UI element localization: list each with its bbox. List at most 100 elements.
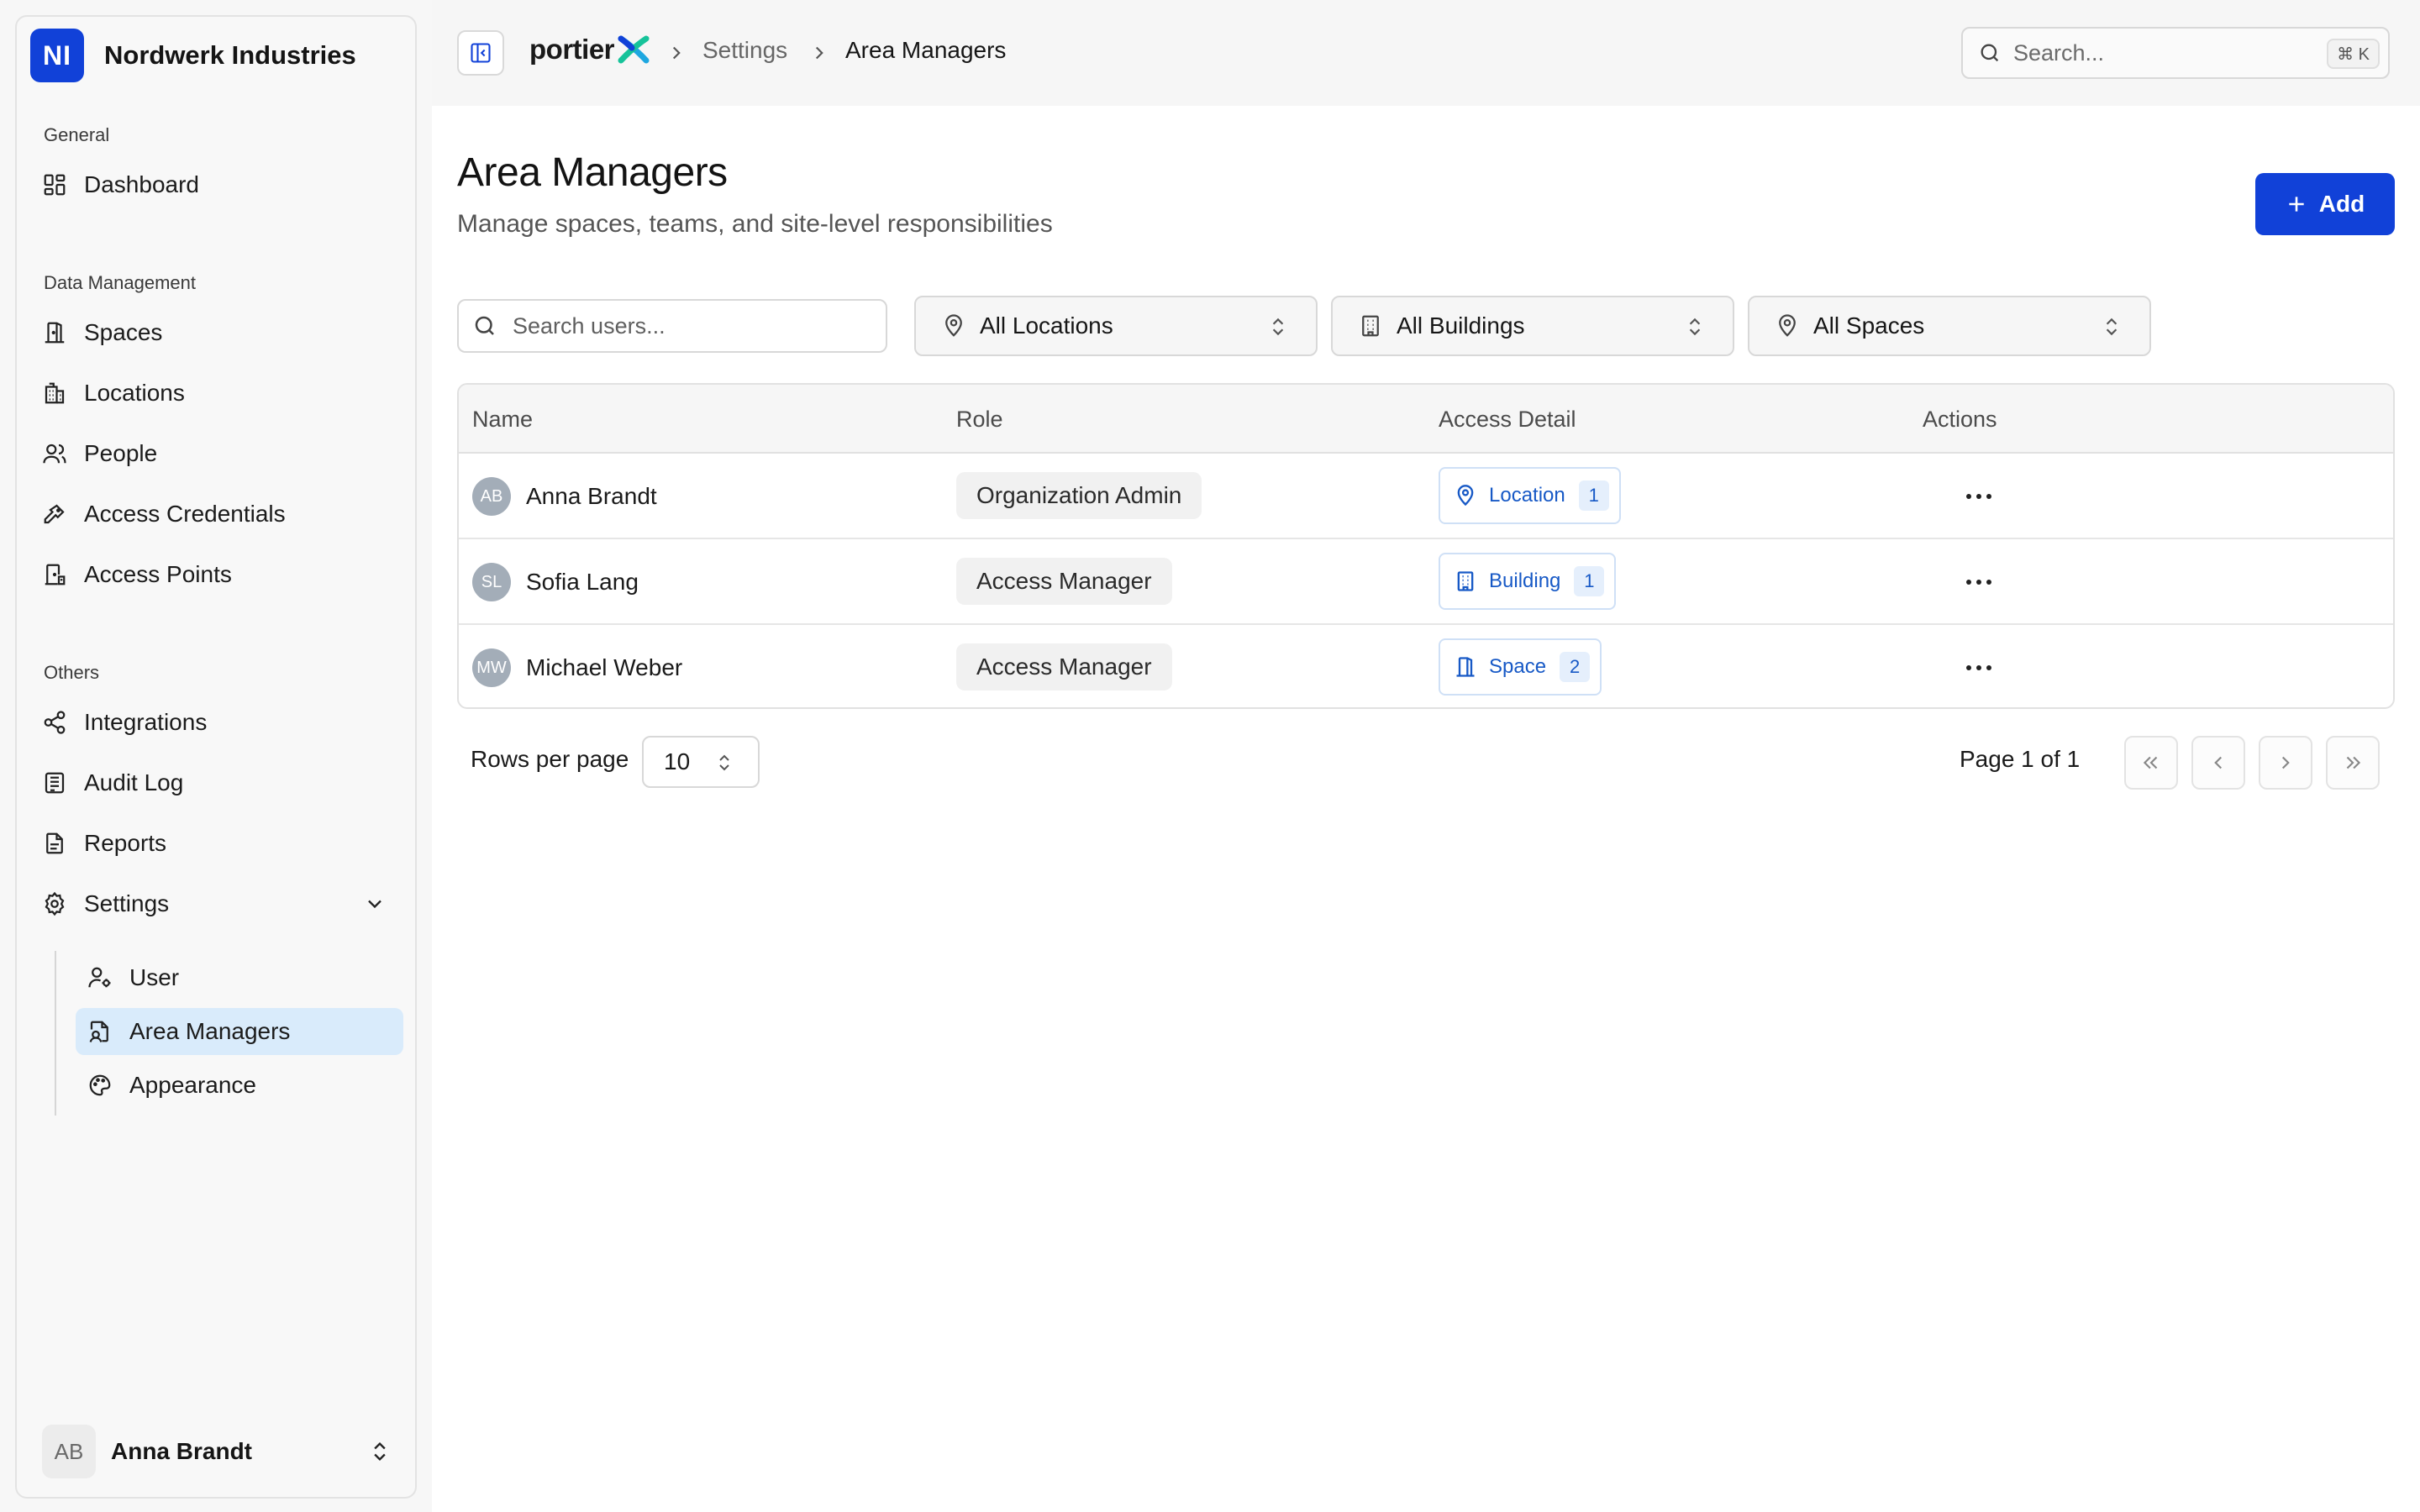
sidebar-toggle-button[interactable] [457,30,504,76]
table-header: Name Role Access Detail Actions [459,385,2393,454]
column-header-access-detail: Access Detail [1439,407,1576,432]
area-manager-icon [86,1017,114,1046]
previous-page-button[interactable] [2191,736,2245,790]
sidebar-item-user[interactable]: User [76,954,403,1001]
sidebar-item-dashboard[interactable]: Dashboard [39,161,402,208]
sidebar-item-locations[interactable]: Locations [39,370,402,417]
chevrons-right-icon [2346,756,2361,769]
access-detail-chip[interactable]: Space 2 [1439,638,1602,696]
access-detail-chip[interactable]: Building 1 [1439,553,1617,610]
user-cell: SL Sofia Lang [472,563,639,601]
search-placeholder: Search... [2013,39,2105,66]
more-horizontal-icon [1966,665,1991,670]
chevron-updown-icon [1267,316,1289,338]
org-switcher[interactable]: NI Nordwerk Industries [30,29,356,82]
breadcrumb-separator-icon [666,42,687,64]
row-actions-button[interactable] [1960,655,1998,680]
row-actions-button[interactable] [1960,484,1998,509]
user-name: Anna Brandt [526,483,657,509]
table-row[interactable]: AB Anna Brandt Organization Admin Locati… [459,454,2393,539]
pin-icon [1775,313,1800,339]
sidebar-item-integrations[interactable]: Integrations [39,699,402,746]
key-icon [40,500,69,528]
shortcut-badge: ⌘ K [2327,39,2380,69]
buildings-filter[interactable]: All Buildings [1331,296,1734,356]
add-button[interactable]: Add [2255,173,2395,235]
sidebar-item-area-managers[interactable]: Area Managers [76,1008,403,1055]
sidebar-item-label: People [84,440,158,466]
main-content: Area Managers Manage spaces, teams, and … [432,106,2420,1512]
buildings-filter-label: All Buildings [1397,312,1525,339]
building-icon [40,379,69,407]
breadcrumb-current: Area Managers [845,37,1007,63]
table-row[interactable]: SL Sofia Lang Access Manager Building 1 [459,539,2393,625]
sidebar: NI Nordwerk Industries General Dashboard… [15,15,417,1499]
last-page-button[interactable] [2326,736,2380,790]
avatar: SL [472,563,511,601]
pin-icon [1454,484,1477,507]
sidebar-item-label: Integrations [84,709,208,735]
sidebar-item-label: Settings [84,890,170,916]
row-actions-button[interactable] [1960,570,1998,595]
gear-icon [40,890,69,918]
share-icon [40,708,69,737]
user-cell: MW Michael Weber [472,648,682,687]
global-search-input[interactable]: Search... ⌘ K [1961,27,2390,79]
sidebar-item-label: Audit Log [84,769,184,795]
section-label-data-management: Data Management [44,272,196,293]
sidebar-item-appearance[interactable]: Appearance [76,1062,403,1109]
avatar: MW [472,648,511,687]
access-type: Building [1489,570,1561,592]
user-cell: AB Anna Brandt [472,477,657,516]
sidebar-item-reports[interactable]: Reports [39,820,402,867]
sidebar-item-access-credentials[interactable]: Access Credentials [39,491,402,538]
current-user-name: Anna Brandt [111,1438,252,1464]
area-managers-table: Name Role Access Detail Actions AB Anna … [457,383,2395,709]
access-point-icon [40,560,69,589]
spaces-filter[interactable]: All Spaces [1748,296,2151,356]
brand-logo[interactable]: portier [529,34,650,66]
current-user-menu[interactable]: AB Anna Brandt [42,1420,403,1483]
sidebar-item-label: Access Points [84,561,232,587]
column-header-name: Name [472,407,534,432]
chevron-down-icon[interactable] [363,892,387,916]
sidebar-item-label: Access Credentials [84,501,286,527]
user-search-input[interactable]: Search users... [457,299,887,353]
search-icon [1978,41,2002,65]
role-badge: Organization Admin [956,472,1202,519]
building-icon [1358,313,1383,339]
table-row[interactable]: MW Michael Weber Access Manager Space 2 [459,625,2393,707]
sidebar-item-people[interactable]: People [39,430,402,477]
more-horizontal-icon [1966,494,1991,499]
sidebar-item-audit-log[interactable]: Audit Log [39,759,402,806]
plus-icon [2286,193,2307,215]
role-badge: Access Manager [956,643,1172,690]
sidebar-item-label: Appearance [129,1072,257,1098]
spaces-filter-label: All Spaces [1813,312,1925,339]
dashboard-icon [40,171,69,199]
sidebar-item-label: Area Managers [129,1018,291,1044]
sidebar-item-access-points[interactable]: Access Points [39,551,402,598]
breadcrumb-separator-icon [808,42,830,64]
access-detail-chip[interactable]: Location 1 [1439,467,1621,524]
building-icon [1454,570,1477,593]
sidebar-item-label: Reports [84,830,167,856]
search-icon [472,313,497,339]
column-header-role: Role [956,407,1003,432]
people-icon [40,439,69,468]
chevron-updown-icon [2101,316,2123,338]
next-page-button[interactable] [2259,736,2312,790]
access-count: 1 [1578,480,1609,511]
palette-icon [86,1071,114,1100]
access-count: 2 [1560,652,1591,682]
first-page-button[interactable] [2124,736,2178,790]
rows-per-page-select[interactable]: 10 [642,736,760,788]
role-badge: Access Manager [956,558,1172,605]
section-label-others: Others [44,662,100,683]
user-cog-icon [86,963,114,992]
sidebar-item-spaces[interactable]: Spaces [39,309,402,356]
locations-filter[interactable]: All Locations [914,296,1318,356]
breadcrumb-settings[interactable]: Settings [702,37,787,64]
sidebar-item-settings[interactable]: Settings [39,880,402,927]
chevron-left-icon [2214,756,2223,769]
